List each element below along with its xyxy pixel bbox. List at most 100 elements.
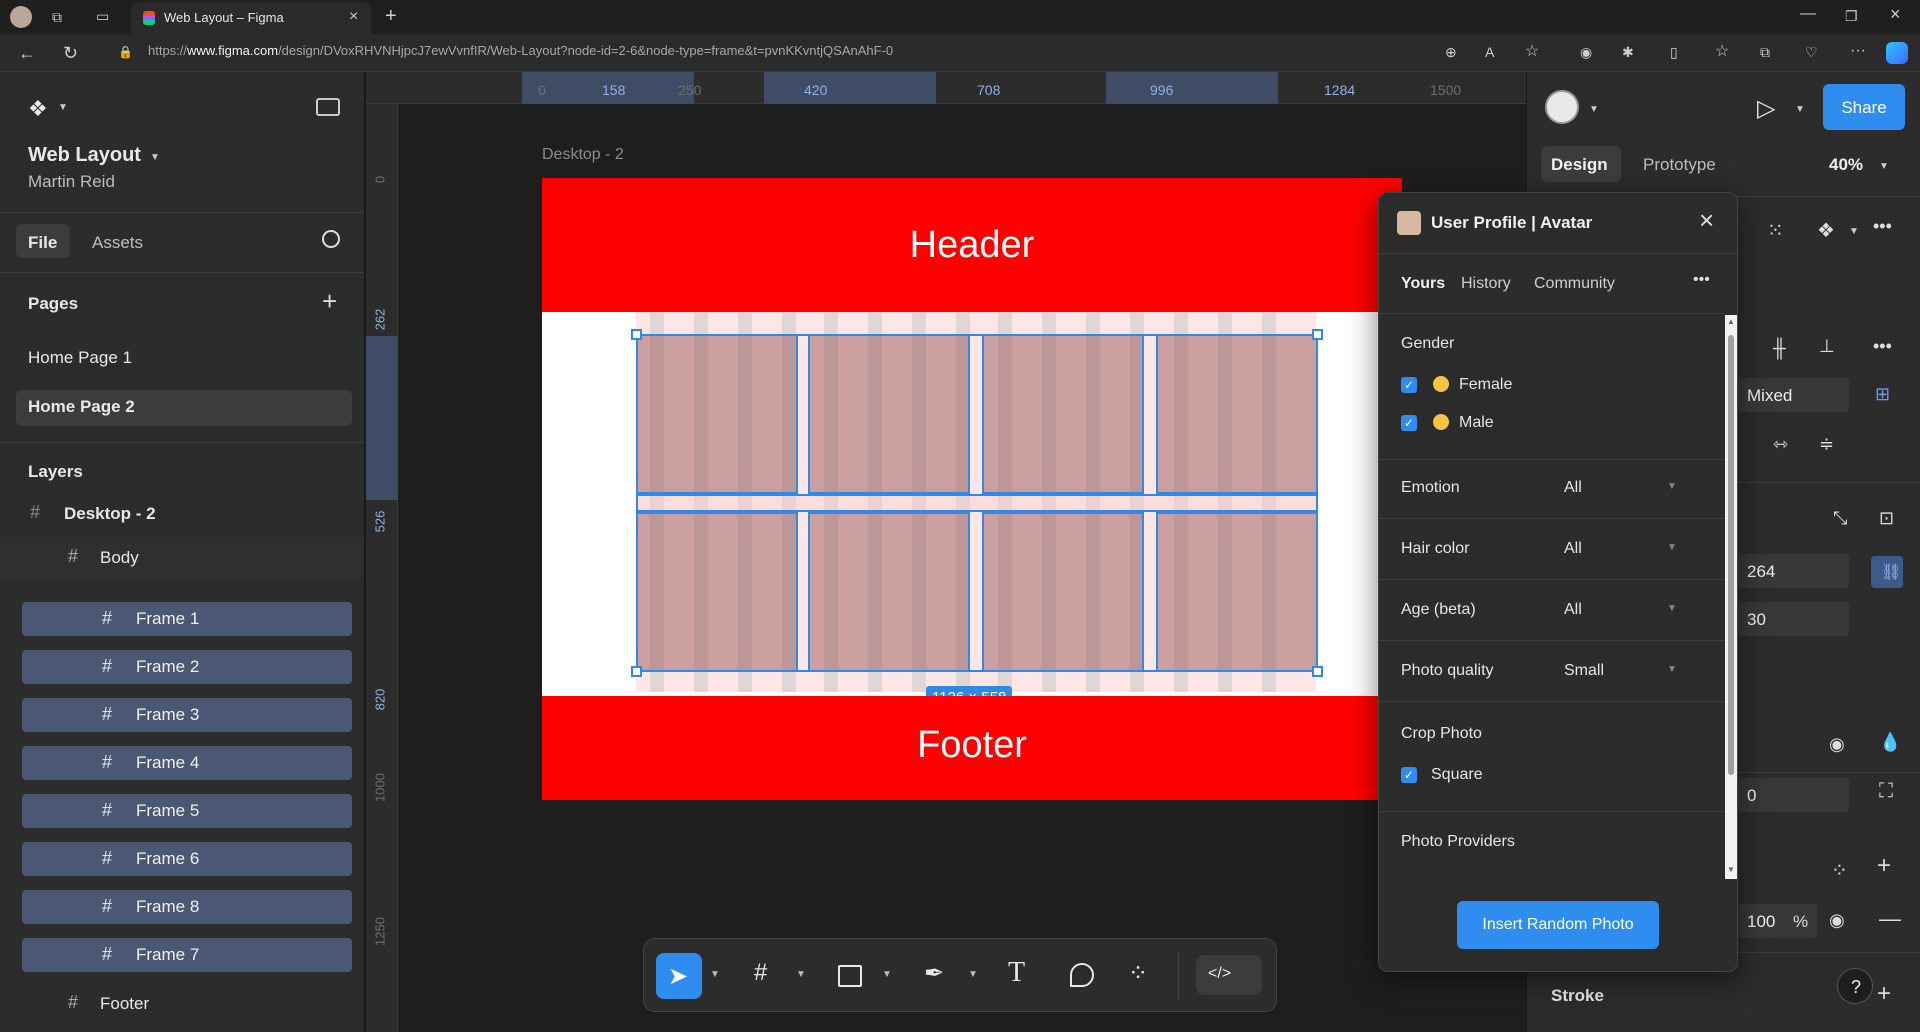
plugin-tab-history[interactable]: History [1461,275,1511,293]
actions-tool-icon[interactable]: ⁘ [1128,959,1148,988]
puzzle-icon[interactable]: ✱ [1622,45,1634,59]
extension-icon[interactable]: ◉ [1580,45,1592,59]
filter-hair-color[interactable]: Hair color All ▼ [1379,520,1725,580]
favorite-star-icon[interactable]: ☆ [1525,44,1539,60]
layer-footer[interactable]: Footer [100,994,149,1014]
layer-frame[interactable]: # Frame 5 [22,794,352,828]
present-play-icon[interactable]: ▷ [1757,94,1775,123]
eye-icon[interactable]: ◉ [1829,734,1845,755]
layer-frame[interactable]: # Frame 3 [22,698,352,732]
copilot-icon[interactable] [1886,42,1908,64]
read-aloud-icon[interactable]: A [1485,45,1494,59]
layer-body[interactable]: Body [100,548,139,568]
scroll-down-icon[interactable]: ▼ [1727,865,1735,874]
desktop-frame[interactable]: Header Footer [542,178,1402,800]
workspaces-icon[interactable]: ⧉ [52,10,62,24]
comment-tool-icon[interactable] [1070,963,1094,987]
grid-icon[interactable]: ⁙ [1767,218,1784,243]
height-field[interactable]: 30 [1737,602,1849,636]
window-close-icon[interactable]: × [1890,5,1901,23]
male-checkbox[interactable]: ✓ [1401,415,1417,431]
move-tool-button[interactable]: ➤ [656,953,702,999]
chevron-down-icon[interactable]: ▼ [882,969,892,980]
more-icon[interactable]: ••• [1873,336,1892,357]
search-icon[interactable] [322,230,340,248]
chevron-down-icon[interactable]: ▼ [1795,104,1805,115]
file-name-chevron-icon[interactable]: ▼ [150,152,160,163]
text-tool-icon[interactable]: T [1008,957,1025,989]
tab-actions-icon[interactable]: ▭ [96,9,109,23]
eye-icon[interactable]: ◉ [1829,910,1845,931]
add-constraint-icon[interactable]: ⊡ [1879,508,1894,529]
help-button[interactable]: ? [1837,968,1873,1004]
file-name[interactable]: Web Layout [28,144,141,167]
layer-root[interactable]: Desktop - 2 [64,504,156,524]
split-screen-icon[interactable]: ▯ [1670,45,1678,59]
collections-icon[interactable]: ⧉ [1760,45,1770,59]
figma-menu-icon[interactable]: ❖ [28,96,48,122]
url-field[interactable]: https://www.figma.com/design/DVoxRHVNHjp… [148,43,893,65]
chevron-down-icon[interactable]: ▼ [1849,226,1859,237]
chevron-down-icon[interactable]: ▼ [968,969,978,980]
user-avatar[interactable] [1545,90,1579,124]
layer-frame[interactable]: # Frame 8 [22,890,352,924]
align-center-icon[interactable]: ╫ [1773,338,1786,359]
filter-photo-quality[interactable]: Photo quality Small ▼ [1379,642,1725,702]
insert-random-photo-button[interactable]: Insert Random Photo [1457,901,1659,949]
layer-frame[interactable]: # Frame 4 [22,746,352,780]
performance-icon[interactable]: ♡ [1805,45,1818,59]
rectangle-tool-icon[interactable] [838,965,862,987]
toggle-sidebar-icon[interactable] [316,98,340,116]
layer-frame[interactable]: # Frame 6 [22,842,352,876]
scroll-up-icon[interactable]: ▲ [1727,317,1735,326]
frame-title[interactable]: Desktop - 2 [542,146,624,164]
chevron-down-icon[interactable]: ▼ [796,969,806,980]
frame-tool-icon[interactable]: # [754,959,767,987]
layer-frame[interactable]: # Frame 1 [22,602,352,636]
selection-box[interactable] [636,334,1318,672]
styles-grid-icon[interactable]: ⁘ [1831,858,1848,883]
footer-block[interactable]: Footer [542,696,1402,800]
share-button[interactable]: Share [1823,84,1905,130]
header-block[interactable]: Header [542,178,1402,312]
profile-avatar[interactable] [10,6,32,28]
design-canvas[interactable]: Desktop - 2 Header Footer [398,104,1526,1032]
zoom-icon[interactable]: ⊕ [1445,45,1457,59]
plugin-tab-yours[interactable]: Yours [1401,275,1445,293]
spacing-icon[interactable]: ⊞ [1875,384,1890,405]
dev-mode-toggle[interactable]: </> [1196,955,1262,995]
remove-fill-icon[interactable]: — [1879,906,1901,932]
add-page-icon[interactable]: + [322,286,337,317]
restore-icon[interactable]: ❐ [1845,9,1858,23]
layer-frame[interactable]: # Frame 7 [22,938,352,972]
radius-field[interactable]: 0 [1737,778,1849,812]
constrain-proportions-button[interactable]: ⛓ [1871,556,1903,588]
tab-prototype[interactable]: Prototype [1643,155,1716,175]
more-icon[interactable]: ··· [1850,43,1866,59]
back-icon[interactable]: ← [18,44,36,62]
female-checkbox[interactable]: ✓ [1401,377,1417,393]
chevron-down-icon[interactable]: ▼ [58,102,68,113]
add-stroke-icon[interactable]: + [1877,980,1891,1008]
scrollbar-thumb[interactable] [1728,335,1734,775]
chevron-down-icon[interactable]: ▼ [710,969,720,980]
favorites-icon[interactable]: ☆ [1715,44,1729,60]
align-bottom-icon[interactable]: ⊥ [1819,336,1835,357]
tab-assets[interactable]: Assets [92,233,143,253]
plugin-close-icon[interactable]: × [1699,205,1714,236]
filter-emotion[interactable]: Emotion All ▼ [1379,459,1725,519]
resize-handle[interactable] [1312,329,1323,340]
square-checkbox[interactable]: ✓ [1401,767,1417,783]
minimize-icon[interactable]: — [1800,6,1816,22]
add-fill-icon[interactable]: + [1877,852,1891,880]
mixed-field[interactable]: Mixed [1737,378,1849,412]
layer-frame[interactable]: # Frame 2 [22,650,352,684]
new-tab-icon[interactable]: + [385,6,397,26]
more-icon[interactable]: ••• [1693,271,1710,289]
plugin-scrollbar[interactable]: ▲ ▼ [1725,315,1737,879]
collapse-icon[interactable]: ⤡ [1833,508,1847,529]
width-field[interactable]: 264 [1737,554,1849,588]
page-item[interactable]: Home Page 1 [28,348,132,368]
zoom-level[interactable]: 40% [1829,155,1863,175]
more-icon[interactable]: ••• [1873,216,1892,237]
